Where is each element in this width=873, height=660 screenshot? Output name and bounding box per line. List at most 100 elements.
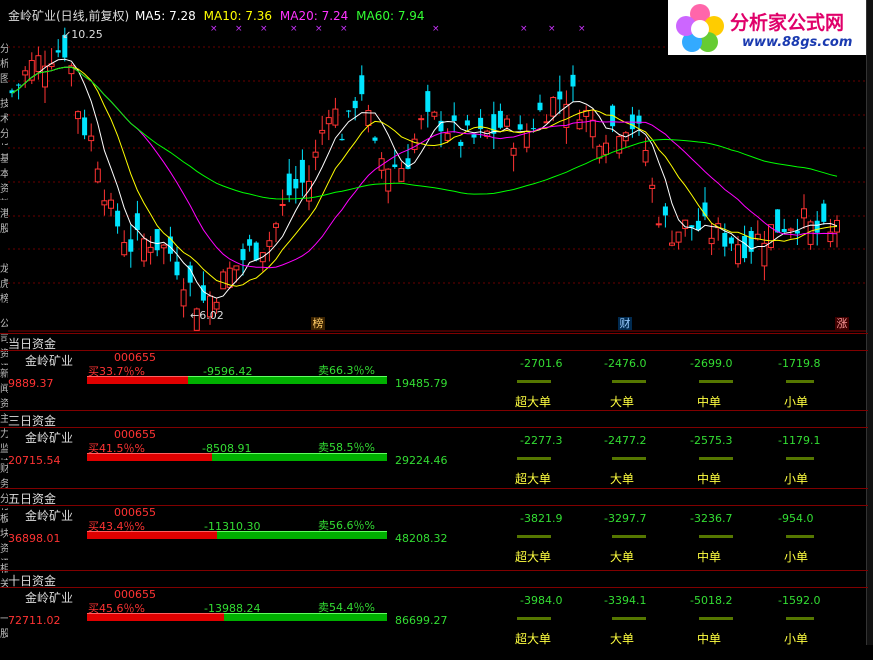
flow-bar [786,535,814,538]
flow-label: 大单 [610,550,635,564]
candle-body [722,232,728,247]
sidebar-tab[interactable]: 港股 [0,205,8,255]
candle-body [273,223,279,228]
candle-body [75,111,81,120]
flow-label: 小单 [784,550,809,564]
buy-amount: 9889.37 [8,377,54,390]
candle-body [101,200,108,206]
sell-amount: 29224.46 [395,454,448,467]
candle-body [662,206,668,216]
signal-marker: × [210,24,218,34]
sidebar-tab[interactable]: 一股 [0,610,8,660]
candle-body [451,115,457,121]
flow-label: 小单 [784,472,809,486]
candle-body [154,229,160,251]
high-price-arrow: ↙ [62,28,72,41]
low-price-label: ←6.02 [190,309,224,322]
candle-body [180,289,187,307]
section-top-divider [0,333,868,334]
candle-body [603,142,609,155]
flow-label: 中单 [697,550,722,564]
ma10-readout: MA10: 7.36 [203,9,273,23]
candle-body [55,50,61,53]
flow-bar [786,617,814,620]
candle-body [293,179,299,189]
flow-bar [612,617,646,620]
candle-body [557,91,563,100]
candle-body [596,145,603,159]
stock-name: 金岭矿业 [25,354,74,368]
candle-body [253,242,259,261]
flow-label: 大单 [610,632,635,646]
candle-body [220,271,227,290]
flow-bar [517,457,551,460]
flow-value: -1719.8 [778,357,821,370]
stock-name: 金岭矿业 [25,431,74,445]
signal-marker: × [340,24,348,34]
candle-body [517,124,523,130]
sell-ratio-bar [217,531,387,539]
event-tag-limit[interactable]: 涨 [835,317,849,330]
signal-marker: × [235,24,243,34]
sidebar-tab[interactable]: 相关 [0,560,8,610]
right-scroll-strip[interactable] [866,0,873,645]
candle-body [339,138,345,141]
sidebar-tab[interactable]: 新闻资讯 [0,365,8,415]
flow-bar [517,380,551,383]
flow-value: -3297.7 [604,512,647,525]
low-price-value: 6.02 [199,309,224,322]
flow-label: 大单 [610,472,635,486]
flow-value: -2701.6 [520,357,563,370]
candle-body [458,141,464,146]
candle-body [510,147,517,156]
flow-value: -2575.3 [690,434,733,447]
sidebar-tab[interactable]: 主力监控 [0,410,8,460]
sidebar-tab[interactable]: 技术分析 [0,95,8,145]
flow-label: 超大单 [515,632,552,646]
ma20-line [11,66,838,269]
candle-body [570,74,576,87]
candle-body [147,246,154,253]
flow-label: 中单 [697,472,722,486]
flow-bar [699,457,733,460]
flow-bar [612,535,646,538]
candle-body [352,100,358,109]
candle-body [115,210,121,227]
sidebar-tab[interactable]: 公司资讯 [0,315,8,365]
signal-marker: × [290,24,298,34]
candle-body [279,203,286,206]
flow-bar [786,380,814,383]
buy-ratio-bar [87,531,217,539]
candle-body [642,149,649,163]
sidebar-tab[interactable]: 分析图 [0,40,8,90]
stock-name: 金岭矿业 [25,509,74,523]
sidebar-tab[interactable]: 龙虎榜 [0,260,8,310]
sidebar-tab[interactable]: 基本资料 [0,150,8,200]
sidebar-tab[interactable]: 财务分析 [0,460,8,510]
candle-body [669,242,675,246]
flow-bar [612,457,646,460]
candle-body [299,159,305,183]
candle-body [82,117,88,136]
sell-ratio-bar [212,453,387,461]
candle-body [431,111,438,117]
candle-body [821,203,827,222]
flower-logo-icon [676,4,724,52]
candle-body [134,213,140,230]
flow-value: -2476.0 [604,357,647,370]
flow-bar [517,617,551,620]
flow-value: -954.0 [778,512,814,525]
flow-value: -2477.2 [604,434,647,447]
section-top-divider [0,488,868,489]
flow-value: -1179.1 [778,434,821,447]
candle-body [332,108,339,126]
flow-bar [699,617,733,620]
candle-body [471,134,477,138]
event-tag-finance[interactable]: 财 [618,317,632,330]
flow-value: -3821.9 [520,512,563,525]
candle-body [405,158,411,169]
sidebar-tab[interactable]: 板块资讯 [0,510,8,560]
candle-body [346,110,352,112]
ma60-readout: MA60: 7.94 [356,9,425,23]
signal-marker: × [315,24,323,34]
